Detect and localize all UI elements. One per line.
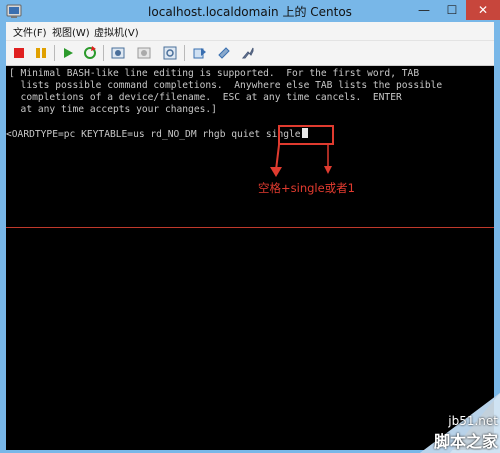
maximize-button[interactable]: ☐: [438, 0, 466, 20]
annotation-text: 空格+single或者1: [258, 181, 355, 195]
close-button[interactable]: ✕: [466, 0, 500, 20]
connect-device-icon[interactable]: [238, 43, 258, 63]
toolbar: [6, 41, 494, 66]
minimize-button[interactable]: —: [410, 0, 438, 20]
pause-icon[interactable]: [31, 43, 51, 63]
watermark-name: 脚本之家: [433, 432, 498, 451]
play-icon[interactable]: [58, 43, 78, 63]
watermark-site: jb51.net: [448, 414, 498, 428]
snapshot-revert-icon[interactable]: [134, 43, 154, 63]
console-send-icon[interactable]: [190, 43, 210, 63]
snapshot-icon[interactable]: [108, 43, 128, 63]
title-bar[interactable]: localhost.localdomain 上的 Centos — ☐ ✕: [0, 0, 500, 22]
snapshot-manager-icon[interactable]: [160, 43, 180, 63]
reset-icon[interactable]: [80, 43, 100, 63]
vm-console-window: localhost.localdomain 上的 Centos — ☐ ✕ 文件…: [0, 0, 500, 453]
watermark: jb51.net 脚本之家: [434, 414, 498, 452]
menu-bar: 文件(F) 视图(W) 虚拟机(V): [6, 22, 494, 41]
menu-vm[interactable]: 虚拟机(V): [94, 24, 139, 39]
settings-icon[interactable]: [214, 43, 234, 63]
menu-view[interactable]: 视图(W): [52, 24, 90, 39]
stop-icon[interactable]: [9, 43, 29, 63]
menu-file[interactable]: 文件(F): [13, 24, 47, 39]
red-guide-line: [6, 227, 494, 228]
